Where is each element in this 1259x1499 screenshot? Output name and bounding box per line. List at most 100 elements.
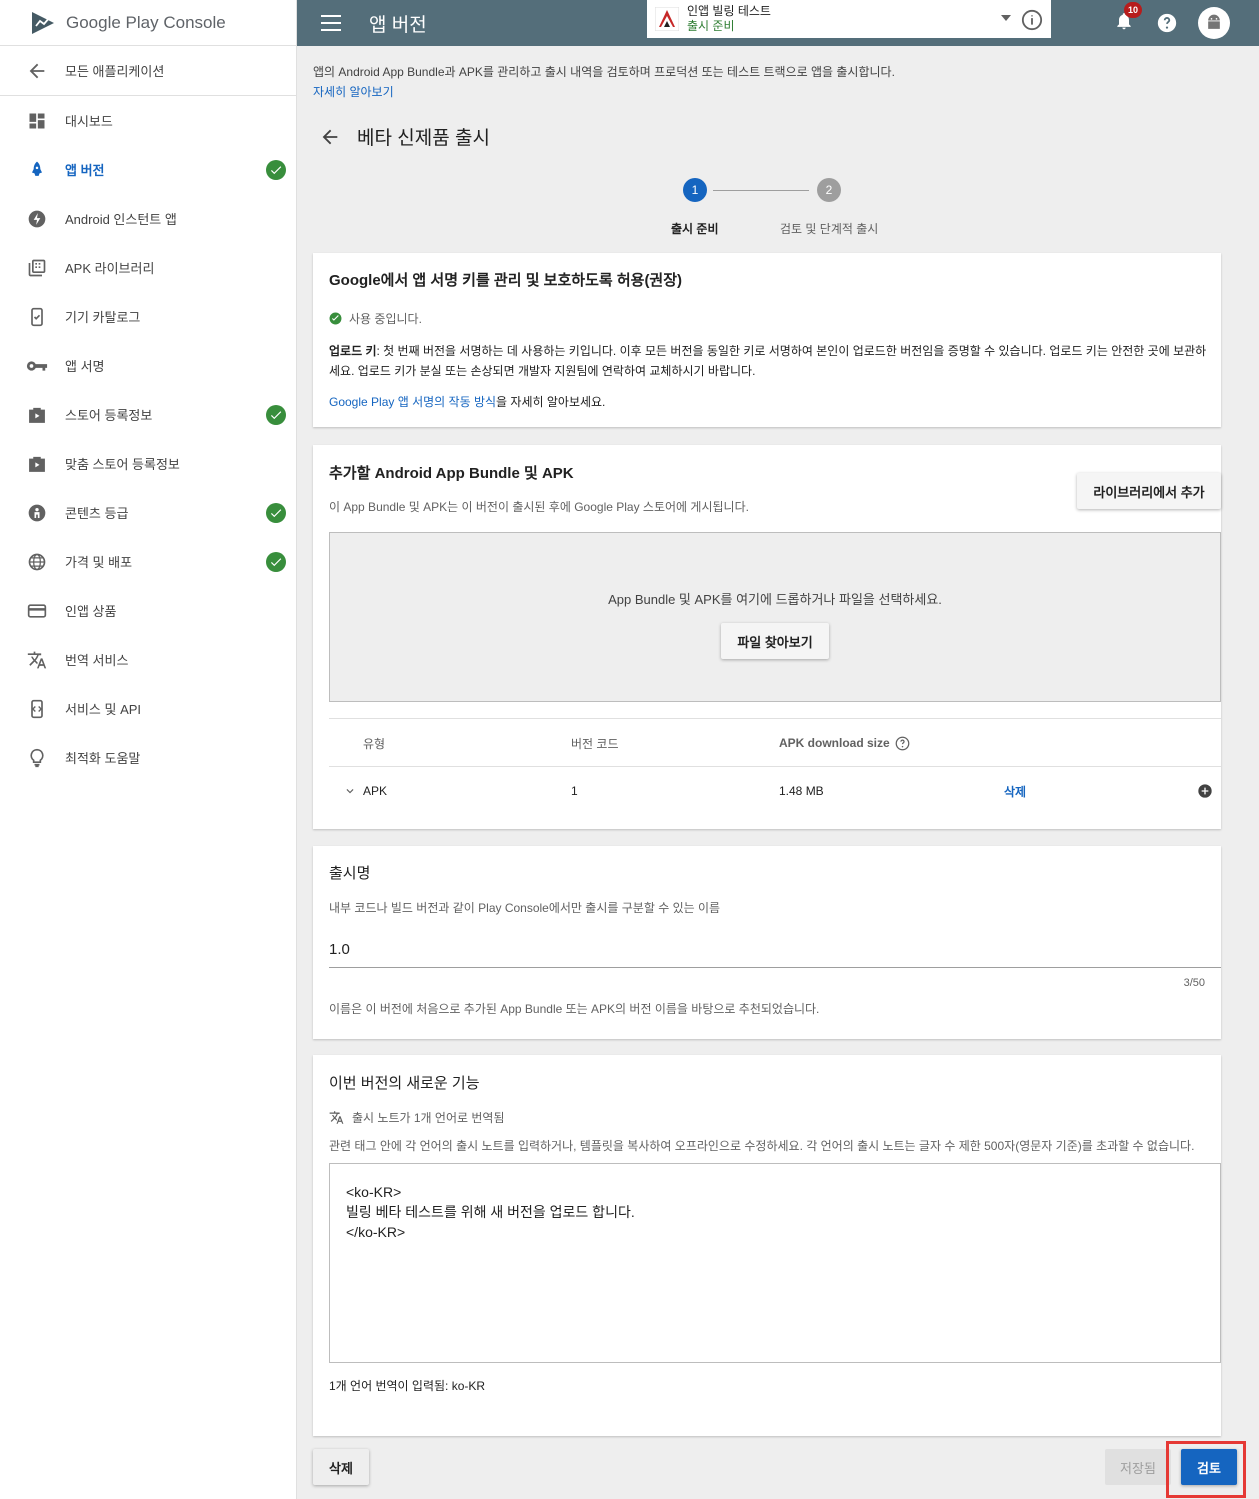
credit-card-icon bbox=[26, 600, 48, 622]
sidebar-item-label: 기기 카탈로그 bbox=[65, 310, 141, 325]
table-row: APK 1 1.48 MB 삭제 bbox=[329, 766, 1221, 814]
account-avatar[interactable] bbox=[1198, 7, 1230, 39]
bundles-title: 추가할 Android App Bundle 및 APK bbox=[329, 465, 574, 482]
device-catalog-icon bbox=[26, 306, 48, 328]
app-thumbnail-icon bbox=[655, 7, 679, 31]
sidebar-item-app-releases[interactable]: 앱 버전 bbox=[0, 145, 296, 194]
step-2-label: 검토 및 단계적 출시 bbox=[780, 222, 879, 236]
add-circle-icon bbox=[1198, 784, 1212, 798]
release-name-card: 출시명 내부 코드나 빌드 버전과 같이 Play Console에서만 출시를… bbox=[313, 846, 1221, 1039]
help-icon[interactable] bbox=[1156, 12, 1178, 34]
discard-button[interactable]: 삭제 bbox=[313, 1449, 369, 1485]
top-bar: 앱 버전 인앱 빌링 테스트 출시 준비 10 bbox=[297, 0, 1259, 46]
drop-zone-text: App Bundle 및 APK를 여기에 드롭하거나 파일을 선택하세요. bbox=[608, 592, 942, 607]
signing-status-text: 사용 중입니다. bbox=[349, 312, 422, 326]
sidebar: Google Play Console 모든 애플리케이션 대시보드 앱 버전 … bbox=[0, 0, 297, 1499]
check-circle-icon bbox=[266, 551, 286, 572]
step-2-indicator: 2 bbox=[817, 178, 841, 202]
intro: 앱의 Android App Bundle과 APK를 관리하고 출시 내역을 … bbox=[313, 62, 895, 102]
whats-new-title: 이번 버전의 새로운 기능 bbox=[329, 1075, 480, 1092]
saved-button[interactable]: 저장됨 bbox=[1105, 1449, 1171, 1485]
sidebar-item-instant-apps[interactable]: Android 인스턴트 앱 bbox=[0, 194, 296, 243]
sidebar-item-pricing-distribution[interactable]: 가격 및 배포 bbox=[0, 537, 296, 586]
upload-key-description: 업로드 키: 첫 번째 버전을 서명하는 데 사용하는 키입니다. 이후 모든 … bbox=[329, 341, 1209, 381]
sidebar-item-label: 앱 서명 bbox=[65, 359, 105, 374]
sidebar-item-custom-store-listing[interactable]: 맞춤 스토어 등록정보 bbox=[0, 439, 296, 488]
brand[interactable]: Google Play Console bbox=[0, 0, 296, 46]
sidebar-item-content-rating[interactable]: 콘텐츠 등급 bbox=[0, 488, 296, 537]
sidebar-item-in-app-products[interactable]: 인앱 상품 bbox=[0, 586, 296, 635]
translation-status: 출시 노트가 1개 언어로 번역됨 bbox=[329, 1109, 505, 1126]
help-outline-icon[interactable] bbox=[895, 736, 910, 751]
upload-key-label: 업로드 키 bbox=[329, 344, 377, 358]
drop-zone[interactable]: App Bundle 및 APK를 여기에 드롭하거나 파일을 선택하세요. 파… bbox=[329, 532, 1221, 702]
play-console-logo-icon bbox=[32, 11, 54, 34]
check-circle-icon bbox=[266, 159, 286, 180]
bundles-table-header: 유형 버전 코드 APK download size bbox=[329, 718, 1221, 766]
arrow-back-icon[interactable] bbox=[319, 126, 341, 148]
translate-icon bbox=[26, 649, 48, 671]
app-status: 출시 준비 bbox=[687, 19, 735, 33]
key-icon bbox=[26, 355, 48, 377]
sidebar-item-app-signing[interactable]: 앱 서명 bbox=[0, 341, 296, 390]
release-name-title: 출시명 bbox=[329, 865, 371, 882]
upload-key-text: : 첫 번째 버전을 서명하는 데 사용하는 키입니다. 이후 모든 버전을 동… bbox=[329, 344, 1207, 378]
sidebar-item-apk-library[interactable]: APK 라이브러리 bbox=[0, 243, 296, 292]
sidebar-item-store-listing[interactable]: 스토어 등록정보 bbox=[0, 390, 296, 439]
custom-listing-icon bbox=[26, 453, 48, 475]
column-version-code: 버전 코드 bbox=[571, 736, 619, 751]
app-signing-card: Google에서 앱 서명 키를 관리 및 보호하도록 허용(권장) 사용 중입… bbox=[313, 253, 1221, 427]
top-icons: 10 bbox=[1114, 0, 1259, 46]
step-1-indicator: 1 bbox=[683, 178, 707, 202]
sidebar-item-optimization-tips[interactable]: 최적화 도움말 bbox=[0, 733, 296, 782]
browse-files-button[interactable]: 파일 찾아보기 bbox=[721, 623, 829, 659]
release-name-input[interactable]: 1.0 bbox=[329, 934, 1221, 968]
signing-link-suffix: 을 자세히 알아보세요. bbox=[496, 395, 606, 409]
sidebar-item-label: 최적화 도움말 bbox=[65, 751, 141, 766]
languages-entered: 1개 언어 번역이 입력됨: ko-KR bbox=[329, 1379, 486, 1393]
release-notes-instructions: 관련 태그 안에 각 언어의 출시 노트를 입력하거나, 템플릿을 복사하여 오… bbox=[329, 1139, 1195, 1153]
add-row-button[interactable] bbox=[1197, 767, 1213, 815]
notification-badge: 10 bbox=[1124, 1, 1142, 18]
info-icon[interactable] bbox=[1021, 9, 1043, 31]
app-selector[interactable]: 인앱 빌링 테스트 출시 준비 bbox=[647, 0, 1051, 38]
add-from-library-button[interactable]: 라이브러리에서 추가 bbox=[1077, 473, 1221, 509]
signing-status: 사용 중입니다. bbox=[329, 310, 422, 327]
check-circle-icon bbox=[266, 404, 286, 425]
app-signing-title: Google에서 앱 서명 키를 관리 및 보호하도록 허용(권장) bbox=[329, 272, 683, 289]
sidebar-item-services-apis[interactable]: 서비스 및 API bbox=[0, 684, 296, 733]
notifications-button[interactable]: 10 bbox=[1114, 1, 1142, 37]
chevron-down-icon bbox=[346, 789, 354, 794]
library-icon bbox=[26, 257, 48, 279]
learn-more-link[interactable]: 자세히 알아보기 bbox=[313, 85, 394, 99]
page-section-title: 앱 버전 bbox=[369, 14, 427, 36]
column-type: 유형 bbox=[363, 736, 386, 751]
app-signing-link[interactable]: Google Play 앱 서명의 작동 방식 bbox=[329, 395, 496, 409]
bundles-subtitle: 이 App Bundle 및 APK는 이 버전이 출시된 후에 Google … bbox=[329, 500, 749, 514]
sidebar-item-label: 인앱 상품 bbox=[65, 604, 117, 619]
app-name: 인앱 빌링 테스트 bbox=[687, 4, 771, 18]
delete-apk-link[interactable]: 삭제 bbox=[1004, 767, 1026, 815]
row-version-code: 1 bbox=[571, 784, 578, 798]
check-circle-icon bbox=[329, 312, 342, 325]
sidebar-item-translation[interactable]: 번역 서비스 bbox=[0, 635, 296, 684]
translate-icon bbox=[329, 1111, 344, 1124]
sidebar-item-dashboard[interactable]: 대시보드 bbox=[0, 96, 296, 145]
sidebar-item-label: Android 인스턴트 앱 bbox=[65, 212, 177, 227]
sidebar-item-device-catalog[interactable]: 기기 카탈로그 bbox=[0, 292, 296, 341]
menu-icon[interactable] bbox=[321, 15, 341, 31]
all-apps-link[interactable]: 모든 애플리케이션 bbox=[0, 46, 296, 96]
release-name-counter: 3/50 bbox=[1183, 977, 1205, 989]
brand-name: Google Play Console bbox=[66, 12, 226, 32]
store-listing-icon bbox=[26, 404, 48, 426]
column-download-size: APK download size bbox=[779, 719, 910, 767]
row-type: APK bbox=[363, 784, 388, 798]
main-content: 앱의 Android App Bundle과 APK를 관리하고 출시 내역을 … bbox=[297, 46, 1259, 1499]
dashboard-icon bbox=[26, 110, 48, 132]
sidebar-item-label: 가격 및 배포 bbox=[65, 555, 133, 570]
release-notes-textarea[interactable]: <ko-KR> 빌링 베타 테스트를 위해 새 버전을 업로드 합니다. </k… bbox=[329, 1163, 1221, 1363]
sidebar-item-label: 앱 버전 bbox=[65, 163, 105, 178]
expand-row-button[interactable] bbox=[343, 767, 357, 815]
sidebar-item-label: APK 라이브러리 bbox=[65, 261, 155, 276]
release-name-subtitle: 내부 코드나 빌드 버전과 같이 Play Console에서만 출시를 구분할… bbox=[329, 901, 721, 915]
